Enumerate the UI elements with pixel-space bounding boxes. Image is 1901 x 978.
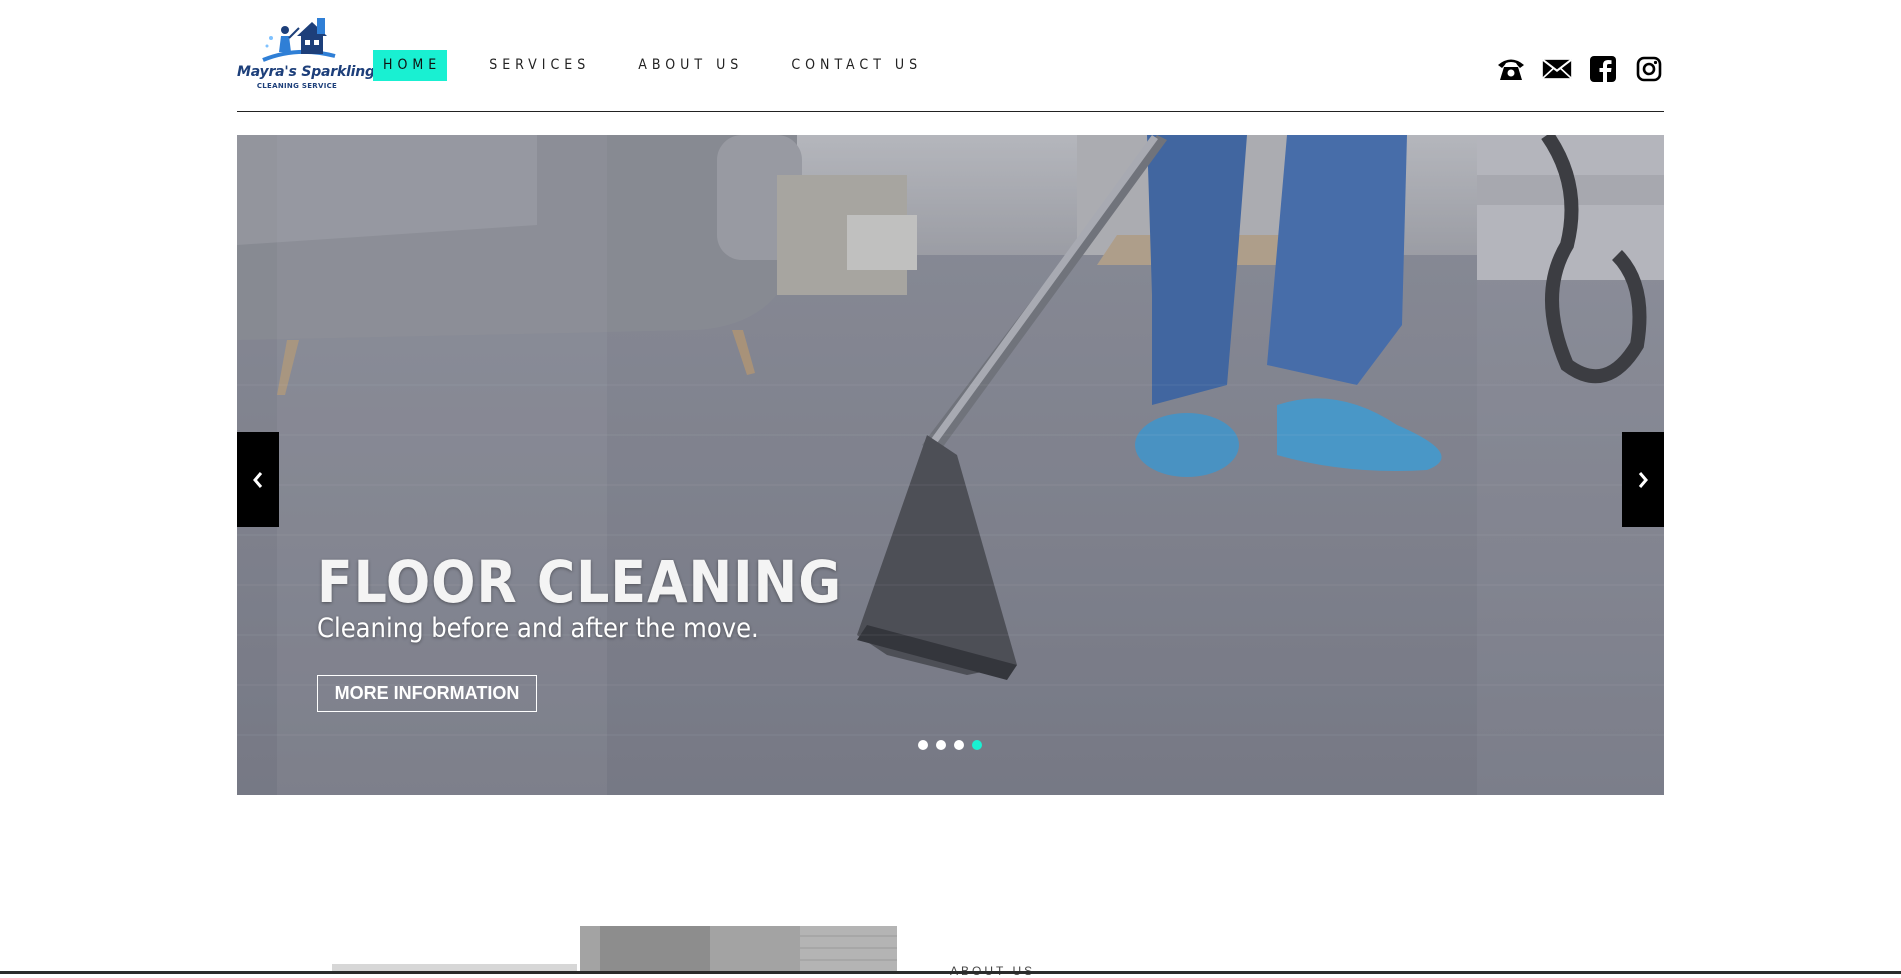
instagram-icon[interactable] <box>1634 54 1664 84</box>
house-logo-icon <box>262 18 336 62</box>
nav-home[interactable]: HOME <box>373 50 448 81</box>
main-nav: HOME SERVICES ABOUT US CONTACT US <box>373 50 960 81</box>
hero-slider: FLOOR CLEANING Cleaning before and after… <box>237 135 1664 795</box>
about-image-right <box>580 926 897 974</box>
brand-logo[interactable]: Mayra's Sparkling CLEANING SERVICE <box>237 14 375 94</box>
nav-contact-us[interactable]: CONTACT US <box>781 50 928 81</box>
slider-prev-button[interactable] <box>237 432 279 527</box>
site-header: Mayra's Sparkling CLEANING SERVICE HOME … <box>237 0 1664 112</box>
slider-next-button[interactable] <box>1622 432 1664 527</box>
nav-services[interactable]: SERVICES <box>479 50 596 81</box>
phone-icon[interactable] <box>1496 54 1526 84</box>
chevron-left-icon <box>253 471 263 488</box>
page: Mayra's Sparkling CLEANING SERVICE HOME … <box>0 0 1901 978</box>
facebook-icon[interactable] <box>1588 54 1618 84</box>
slide-title: FLOOR CLEANING <box>317 548 843 616</box>
more-information-button[interactable]: MORE INFORMATION <box>317 675 537 712</box>
slider-dot[interactable] <box>918 740 928 750</box>
chevron-right-icon <box>1638 471 1648 488</box>
slider-dot[interactable] <box>954 740 964 750</box>
slider-dot-active[interactable] <box>972 740 982 750</box>
slider-dot[interactable] <box>936 740 946 750</box>
brand-tagline: CLEANING SERVICE <box>256 82 338 90</box>
slide-subtitle: Cleaning before and after the move. <box>317 613 759 644</box>
brand-name: Mayra's Sparkling <box>237 64 375 80</box>
nav-about-us[interactable]: ABOUT US <box>628 50 749 81</box>
social-links <box>1496 54 1664 84</box>
mail-icon[interactable] <box>1542 54 1572 84</box>
slider-pagination <box>918 740 982 750</box>
